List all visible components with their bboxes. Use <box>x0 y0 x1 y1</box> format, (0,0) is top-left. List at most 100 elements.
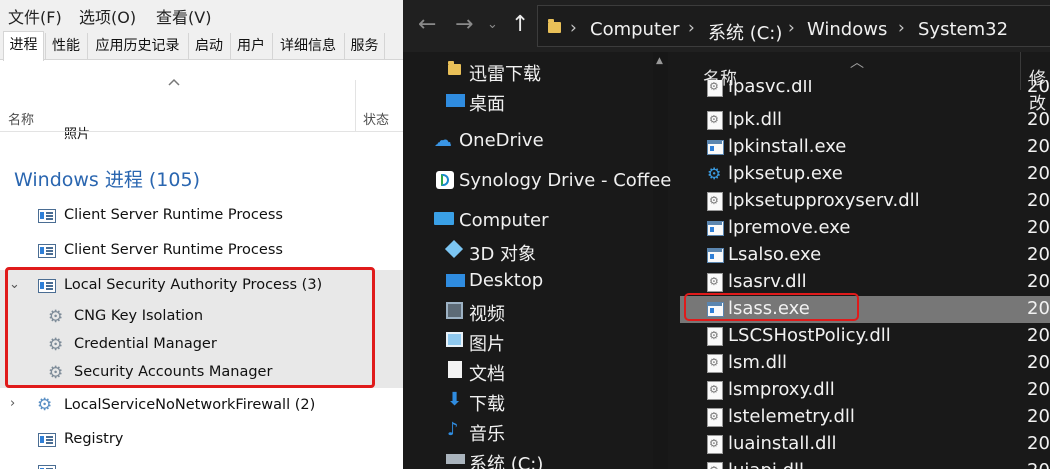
process-row[interactable]: › ⚙ LocalServiceNoNetworkFirewall (2) <box>0 392 403 420</box>
file-row[interactable]: lsmproxy.dll 20 <box>680 377 1050 404</box>
file-row[interactable]: lpksetup.exe 20 <box>680 161 1050 188</box>
file-row[interactable]: LSCSHostPolicy.dll 20 <box>680 323 1050 350</box>
task-manager-window: 文件(F) 选项(O) 查看(V) 进程 性能 应用历史记录 启动 用户 详细信… <box>0 0 403 469</box>
nav-documents[interactable]: 文档 <box>469 360 505 386</box>
tab-app-history[interactable]: 应用历史记录 <box>87 33 187 60</box>
process-name: Registry <box>64 431 124 447</box>
file-name: luiapi.dll <box>728 460 804 469</box>
file-name: lpk.dll <box>728 109 782 130</box>
breadcrumb-separator[interactable]: › <box>570 18 577 38</box>
file-name: lpasvc.dll <box>728 80 813 97</box>
process-row[interactable]: Client Server Runtime Process <box>0 202 403 230</box>
menu-file[interactable]: 文件(F) <box>8 4 62 28</box>
app-window-icon <box>38 209 56 223</box>
file-row[interactable]: lpk.dll 20 <box>680 107 1050 134</box>
sort-up-icon[interactable]: ︿ <box>850 52 864 72</box>
computer-icon <box>434 212 454 225</box>
file-modified-date: 20 <box>1027 460 1050 469</box>
dll-file-icon <box>707 273 723 292</box>
process-name: LocalServiceNoNetworkFirewall (2) <box>64 397 316 413</box>
video-icon <box>446 302 463 319</box>
dll-file-icon <box>707 192 723 211</box>
breadcrumb-separator[interactable]: › <box>898 18 905 38</box>
navigation-scrollbar[interactable]: ▲ <box>653 52 668 469</box>
dll-file-icon <box>707 435 723 454</box>
back-arrow-icon[interactable]: ← <box>418 12 436 37</box>
breadcrumb-system32[interactable]: System32 <box>918 19 1008 40</box>
process-name: Client Server Runtime Process <box>64 242 283 258</box>
header-bottom-line <box>0 131 403 132</box>
app-window-icon <box>38 433 56 447</box>
file-row[interactable]: lstelemetry.dll 20 <box>680 404 1050 431</box>
file-modified-date: 20 <box>1027 433 1050 454</box>
highlight-box <box>5 267 375 388</box>
dll-file-icon <box>707 381 723 400</box>
nav-videos[interactable]: 视频 <box>469 300 505 326</box>
nav-desktop-cn[interactable]: 桌面 <box>469 90 505 116</box>
file-row[interactable]: lpkinstall.exe 20 <box>680 134 1050 161</box>
breadcrumb-separator[interactable]: › <box>688 18 695 38</box>
file-name: lsmproxy.dll <box>728 379 835 400</box>
recent-chevron-icon[interactable]: ⌄ <box>487 17 498 32</box>
file-modified-date: 20 <box>1027 244 1050 265</box>
menu-bar: 文件(F) 选项(O) 查看(V) <box>0 0 403 30</box>
file-name: Lsalso.exe <box>728 244 822 265</box>
file-row[interactable]: luainstall.dll 20 <box>680 431 1050 458</box>
nav-onedrive[interactable]: OneDrive <box>459 130 544 151</box>
nav-drive-c[interactable]: 系统 (C:) <box>469 450 543 469</box>
sort-up-icon[interactable] <box>164 72 184 92</box>
nav-desktop[interactable]: Desktop <box>469 270 543 291</box>
desktop-icon <box>446 274 465 287</box>
tab-performance[interactable]: 性能 <box>45 33 86 60</box>
nav-xunlei-downloads[interactable]: 迅雷下载 <box>469 60 541 86</box>
file-modified-date: 20 <box>1027 80 1050 97</box>
file-name: luainstall.dll <box>728 433 837 454</box>
file-modified-date: 20 <box>1027 109 1050 130</box>
file-row[interactable]: lsasrv.dll 20 <box>680 269 1050 296</box>
dll-file-icon <box>707 408 723 427</box>
tab-startup[interactable]: 启动 <box>188 33 229 60</box>
file-row[interactable]: lsm.dll 20 <box>680 350 1050 377</box>
tab-users[interactable]: 用户 <box>230 33 271 60</box>
process-row-partial[interactable]: 照片 <box>0 116 403 140</box>
address-bar[interactable]: › Computer › 系统 (C:) › Windows › System3… <box>537 5 1050 47</box>
breadcrumb-drive-c[interactable]: 系统 (C:) <box>708 19 782 45</box>
breadcrumb-computer[interactable]: Computer <box>590 19 679 40</box>
windows-processes-group-title: Windows 进程 (105) <box>14 169 200 191</box>
nav-3d-objects[interactable]: 3D 对象 <box>469 240 536 266</box>
exe-file-icon <box>707 221 724 236</box>
nav-synology-drive[interactable]: Synology Drive - Coffee <box>459 170 671 191</box>
exe-file-icon <box>707 140 724 155</box>
setup-app-icon <box>707 165 723 184</box>
file-row[interactable]: lpksetupproxyserv.dll 20 <box>680 188 1050 215</box>
menu-options[interactable]: 选项(O) <box>79 4 136 28</box>
navigation-bar: ← → ⌄ ↑ › Computer › 系统 (C:) › Windows ›… <box>403 0 1050 52</box>
forward-arrow-icon[interactable]: → <box>455 12 473 37</box>
pictures-icon <box>446 332 463 347</box>
file-row[interactable]: lpremove.exe 20 <box>680 215 1050 242</box>
process-row[interactable]: Client Server Runtime Process <box>0 237 403 265</box>
breadcrumb-separator[interactable]: › <box>788 18 795 38</box>
nav-music[interactable]: 音乐 <box>469 420 505 446</box>
process-row[interactable]: Registry <box>0 426 403 454</box>
up-arrow-icon[interactable]: ↑ <box>511 12 529 37</box>
file-row[interactable]: Lsalso.exe 20 <box>680 242 1050 269</box>
file-row[interactable]: lpasvc.dll 20 <box>680 80 1050 103</box>
menu-view[interactable]: 查看(V) <box>156 4 211 28</box>
file-name: lpksetupproxyserv.dll <box>728 190 920 211</box>
file-row[interactable]: luiapi.dll 20 <box>680 458 1050 469</box>
tab-details[interactable]: 详细信息 <box>272 33 343 60</box>
tab-services[interactable]: 服务 <box>344 33 385 60</box>
process-row-partial[interactable] <box>0 458 403 469</box>
tab-processes[interactable]: 进程 <box>3 31 44 61</box>
nav-pictures[interactable]: 图片 <box>469 330 505 356</box>
scroll-up-icon[interactable]: ▲ <box>656 56 663 66</box>
nav-downloads[interactable]: 下载 <box>469 390 505 416</box>
cloud-icon: ☁ <box>434 130 452 151</box>
file-modified-date: 20 <box>1027 163 1050 184</box>
breadcrumb-windows[interactable]: Windows <box>807 19 887 40</box>
drive-icon <box>446 454 465 464</box>
chevron-right-icon[interactable]: › <box>10 396 15 411</box>
nav-computer[interactable]: Computer <box>459 210 548 231</box>
file-explorer-window: ← → ⌄ ↑ › Computer › 系统 (C:) › Windows ›… <box>403 0 1050 469</box>
